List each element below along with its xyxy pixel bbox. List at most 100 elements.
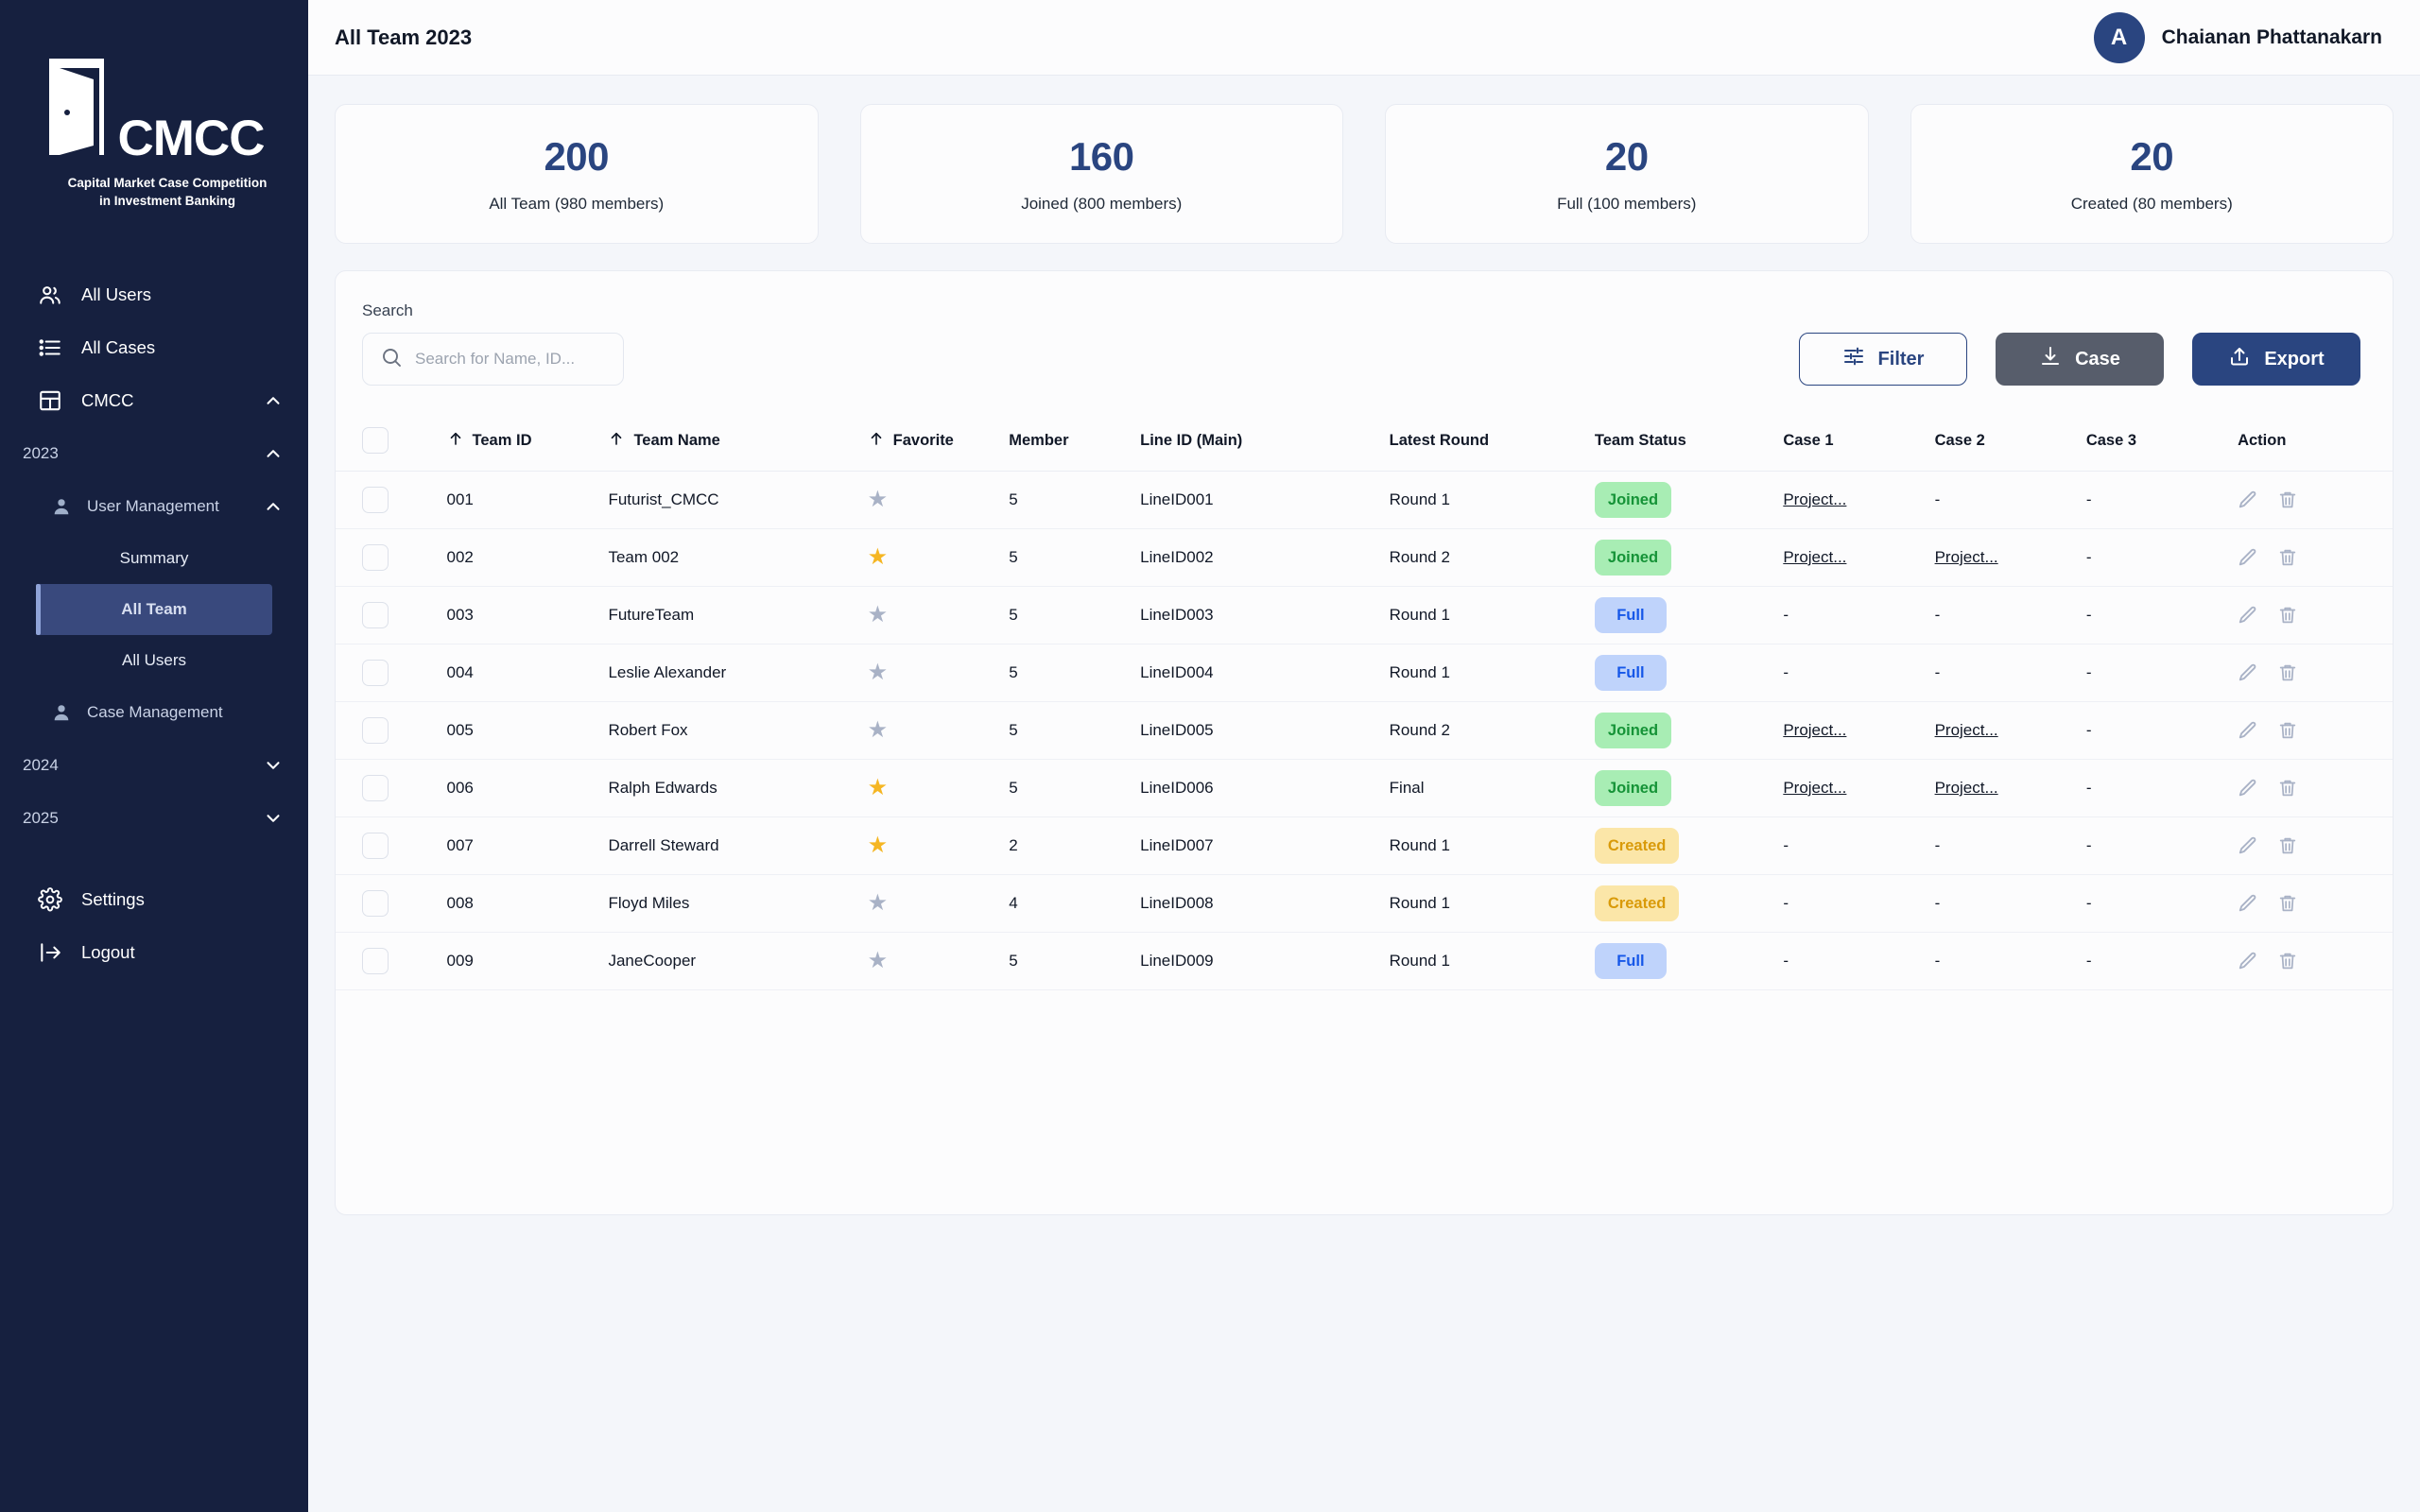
favorite-star-icon[interactable]: ★ [868, 489, 889, 511]
export-button[interactable]: Export [2192, 333, 2360, 386]
trash-icon[interactable] [2277, 835, 2298, 856]
cell-action [2238, 587, 2393, 644]
trash-icon[interactable] [2277, 490, 2298, 510]
case-link[interactable]: Project... [1783, 721, 1846, 739]
row-checkbox[interactable] [362, 717, 389, 744]
trash-icon[interactable] [2277, 893, 2298, 914]
sidebar-item-case-management[interactable]: Case Management [0, 686, 308, 739]
sidebar-item-summary[interactable]: Summary [36, 533, 272, 584]
case-link[interactable]: Project... [1935, 779, 1998, 797]
table-row[interactable]: 009JaneCooper★5LineID009Round 1Full--- [336, 933, 2393, 990]
search-input[interactable] [415, 350, 624, 369]
case-link[interactable]: Project... [1783, 490, 1846, 508]
chevron-up-icon[interactable] [263, 443, 284, 464]
trash-icon[interactable] [2277, 778, 2298, 799]
filter-button[interactable]: Filter [1799, 333, 1967, 386]
case-link[interactable]: Project... [1935, 721, 1998, 739]
row-checkbox[interactable] [362, 890, 389, 917]
sidebar-item-logout[interactable]: Logout [0, 926, 308, 979]
favorite-star-icon[interactable]: ★ [868, 604, 889, 627]
status-badge: Joined [1595, 770, 1671, 806]
cell-favorite: ★ [868, 760, 1010, 817]
sidebar-item-all-cases[interactable]: All Cases [0, 321, 308, 374]
favorite-star-icon[interactable]: ★ [868, 950, 889, 972]
case-button[interactable]: Case [1996, 333, 2164, 386]
empty-value: - [1935, 952, 1941, 970]
sort-asc-icon[interactable] [608, 430, 625, 452]
table-row[interactable]: 007Darrell Steward★2LineID007Round 1Crea… [336, 817, 2393, 875]
stat-card-all-team[interactable]: 200 All Team (980 members) [335, 104, 819, 244]
pencil-icon[interactable] [2238, 490, 2258, 510]
trash-icon[interactable] [2277, 605, 2298, 626]
trash-icon[interactable] [2277, 720, 2298, 741]
cell-case-3: - [2086, 875, 2238, 933]
search-box[interactable] [362, 333, 624, 386]
row-checkbox[interactable] [362, 948, 389, 974]
favorite-star-icon[interactable]: ★ [868, 546, 889, 569]
stat-value: 20 [1605, 134, 1649, 180]
favorite-star-icon[interactable]: ★ [868, 892, 889, 915]
case-link[interactable]: Project... [1935, 548, 1998, 566]
chevron-down-icon[interactable] [263, 808, 284, 829]
case-link[interactable]: Project... [1783, 548, 1846, 566]
row-checkbox[interactable] [362, 833, 389, 859]
sidebar-item-cmcc[interactable]: CMCC [0, 374, 308, 427]
table-header-member: Member [1009, 414, 1140, 472]
stat-card-joined[interactable]: 160 Joined (800 members) [860, 104, 1344, 244]
cell-case-1: Project... [1783, 702, 1934, 760]
pencil-icon[interactable] [2238, 720, 2258, 741]
pencil-icon[interactable] [2238, 835, 2258, 856]
chevron-up-icon[interactable] [263, 496, 284, 517]
sidebar-item-all-users[interactable]: All Users [0, 268, 308, 321]
cell-favorite: ★ [868, 472, 1010, 529]
favorite-star-icon[interactable]: ★ [868, 834, 889, 857]
case-link[interactable]: Project... [1783, 779, 1846, 797]
search-group: Search [362, 301, 624, 386]
pencil-icon[interactable] [2238, 547, 2258, 568]
table-row[interactable]: 003FutureTeam★5LineID003Round 1Full--- [336, 587, 2393, 644]
row-select-cell [336, 760, 447, 817]
sort-asc-icon[interactable] [868, 430, 885, 452]
table-row[interactable]: 002Team 002★5LineID002Round 2JoinedProje… [336, 529, 2393, 587]
table-header-favorite[interactable]: Favorite [868, 414, 1010, 472]
table-row[interactable]: 008Floyd Miles★4LineID008Round 1Created-… [336, 875, 2393, 933]
sidebar-item-all-users-nested[interactable]: All Users [36, 635, 272, 686]
sidebar-item-settings[interactable]: Settings [0, 873, 308, 926]
row-checkbox[interactable] [362, 544, 389, 571]
table-row[interactable]: 005Robert Fox★5LineID005Round 2JoinedPro… [336, 702, 2393, 760]
select-all-checkbox[interactable] [362, 427, 389, 454]
sidebar-item-all-team[interactable]: All Team [36, 584, 272, 635]
row-checkbox[interactable] [362, 775, 389, 801]
export-button-label: Export [2264, 349, 2324, 370]
row-checkbox[interactable] [362, 602, 389, 628]
row-checkbox[interactable] [362, 487, 389, 513]
pencil-icon[interactable] [2238, 662, 2258, 683]
stat-card-created[interactable]: 20 Created (80 members) [1910, 104, 2394, 244]
pencil-icon[interactable] [2238, 605, 2258, 626]
user-profile[interactable]: A Chaianan Phattanakarn [2094, 12, 2382, 63]
pencil-icon[interactable] [2238, 951, 2258, 971]
table-row[interactable]: 004Leslie Alexander★5LineID004Round 1Ful… [336, 644, 2393, 702]
user-name: Chaianan Phattanakarn [2162, 26, 2382, 49]
table-row[interactable]: 006Ralph Edwards★5LineID006FinalJoinedPr… [336, 760, 2393, 817]
trash-icon[interactable] [2277, 547, 2298, 568]
sidebar-item-year-2024[interactable]: 2024 [0, 739, 308, 792]
sort-asc-icon[interactable] [447, 430, 464, 452]
row-checkbox[interactable] [362, 660, 389, 686]
favorite-star-icon[interactable]: ★ [868, 777, 889, 799]
sidebar-item-year-2025[interactable]: 2025 [0, 792, 308, 845]
table-header-team-id[interactable]: Team ID [447, 414, 609, 472]
pencil-icon[interactable] [2238, 893, 2258, 914]
trash-icon[interactable] [2277, 951, 2298, 971]
trash-icon[interactable] [2277, 662, 2298, 683]
table-header-team-name[interactable]: Team Name [608, 414, 867, 472]
table-row[interactable]: 001Futurist_CMCC★5LineID001Round 1Joined… [336, 472, 2393, 529]
favorite-star-icon[interactable]: ★ [868, 719, 889, 742]
chevron-up-icon[interactable] [263, 390, 284, 411]
sidebar-item-year-2023[interactable]: 2023 [0, 427, 308, 480]
favorite-star-icon[interactable]: ★ [868, 662, 889, 684]
chevron-down-icon[interactable] [263, 755, 284, 776]
sidebar-item-user-management[interactable]: User Management [0, 480, 308, 533]
pencil-icon[interactable] [2238, 778, 2258, 799]
stat-card-full[interactable]: 20 Full (100 members) [1385, 104, 1869, 244]
